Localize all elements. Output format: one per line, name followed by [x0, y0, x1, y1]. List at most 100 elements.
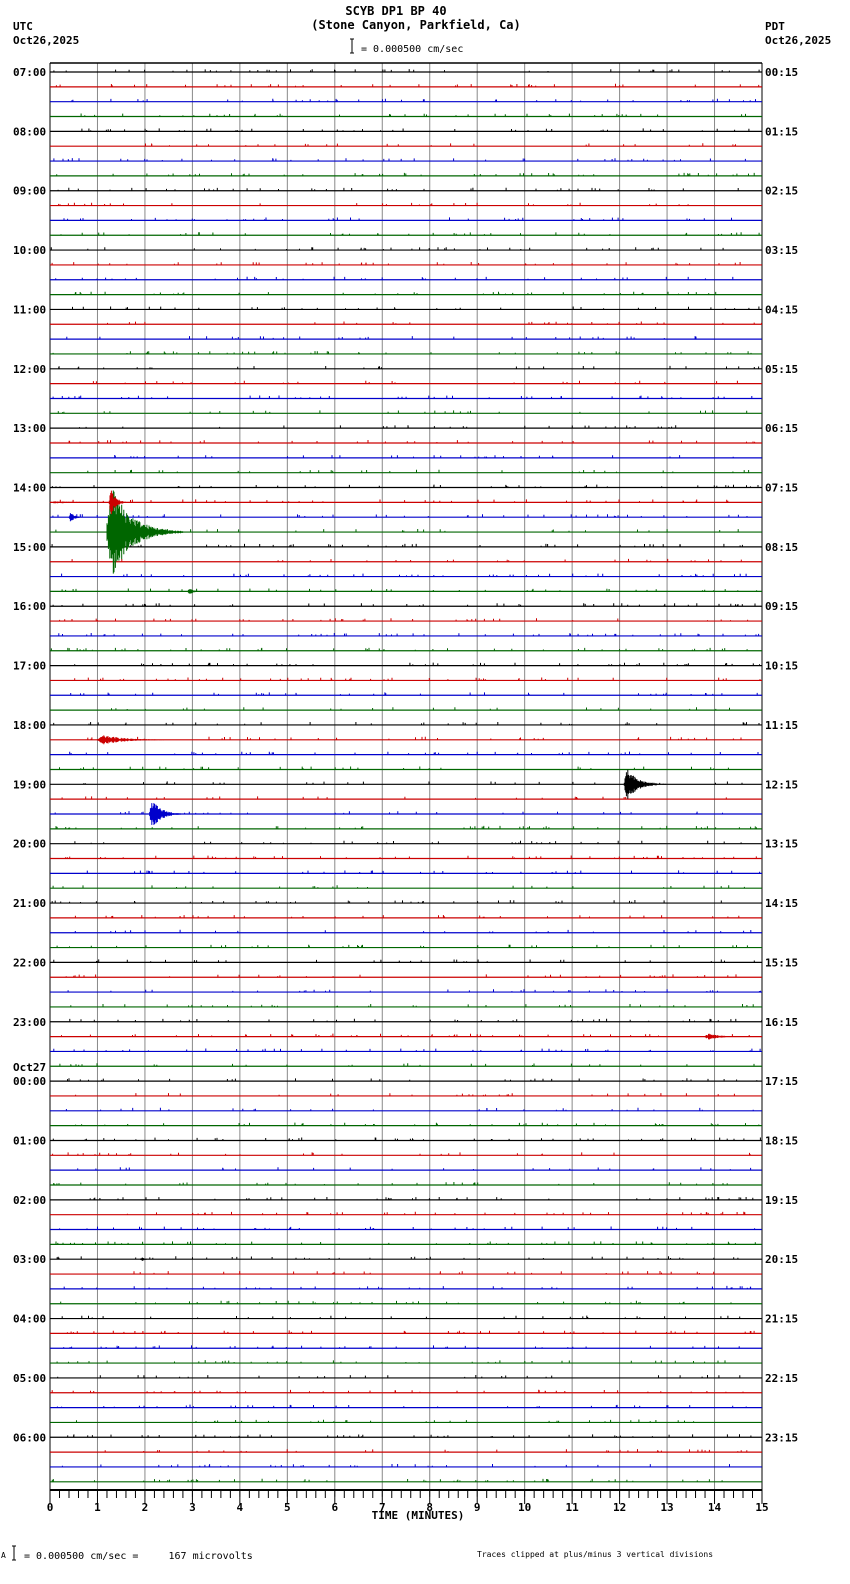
trace-18 [50, 336, 762, 340]
utc-hour-label: 21:00 [13, 897, 46, 910]
trace-93 [50, 1449, 762, 1453]
utc-hour-label: 08:00 [13, 125, 46, 138]
trace-37 [50, 618, 762, 622]
trace-57 [50, 915, 762, 919]
right-timezone: PDT [765, 20, 785, 33]
plot-grid [49, 62, 763, 1497]
footer-scale-bar-icon [12, 1545, 16, 1561]
trace-55 [50, 885, 762, 889]
trace-47 [50, 766, 762, 771]
trace-7 [50, 172, 762, 177]
trace-21 [50, 380, 762, 385]
trace-0 [50, 69, 762, 73]
trace-62 [50, 989, 762, 993]
x-tick-label: 15 [755, 1501, 768, 1514]
clip-note: Traces clipped at plus/minus 3 vertical … [477, 1550, 713, 1559]
x-tick-label: 11 [566, 1501, 580, 1514]
trace-33 [50, 558, 762, 563]
utc-hour-label: 22:00 [13, 956, 46, 969]
pdt-hour-label: 04:15 [765, 303, 798, 316]
trace-94 [50, 1464, 762, 1468]
trace-19 [50, 351, 762, 355]
trace-32 [50, 543, 762, 548]
trace-25 [50, 440, 762, 444]
seismic-event [49, 501, 141, 504]
pdt-hour-label: 07:15 [765, 482, 798, 495]
trace-54 [50, 870, 762, 874]
utc-hour-label: 12:00 [13, 363, 46, 376]
seismic-event [97, 735, 184, 745]
trace-78 [50, 1226, 762, 1231]
utc-hour-label: 15:00 [13, 541, 46, 554]
trace-28 [50, 484, 762, 489]
pdt-hour-label: 01:15 [765, 125, 798, 138]
x-tick-label: 5 [284, 1501, 291, 1514]
pdt-hour-label: 17:15 [765, 1075, 798, 1088]
x-tick-label: 14 [708, 1501, 722, 1514]
pdt-hour-label: 13:15 [765, 838, 798, 851]
utc-hour-label: 05:00 [13, 1372, 46, 1385]
trace-61 [50, 974, 762, 978]
utc-hour-label: 18:00 [13, 719, 46, 732]
trace-67 [50, 1063, 762, 1067]
x-tick-label: 1 [94, 1501, 101, 1514]
pdt-hour-label: 11:15 [765, 719, 798, 732]
trace-1 [50, 83, 762, 88]
pdt-hour-label: 18:15 [765, 1134, 798, 1147]
trace-22 [50, 395, 762, 400]
seismic-event [704, 1033, 751, 1040]
pdt-hour-label: 12:15 [765, 778, 798, 791]
trace-64 [50, 1018, 763, 1023]
pdt-hour-label: 23:15 [765, 1431, 798, 1444]
trace-74 [50, 1167, 762, 1171]
trace-35 [50, 588, 762, 593]
utc-hour-label: 02:00 [13, 1194, 46, 1207]
trace-39 [50, 647, 762, 652]
trace-59 [50, 944, 762, 949]
trace-83 [50, 1300, 762, 1305]
trace-58 [50, 929, 762, 934]
pdt-hour-label: 20:15 [765, 1253, 798, 1266]
trace-88 [50, 1375, 762, 1379]
trace-44 [50, 722, 762, 726]
corner-mark: A [1, 1551, 6, 1560]
trace-52 [50, 840, 762, 845]
pdt-hour-label: 09:15 [765, 600, 798, 613]
utc-hour-label: 10:00 [13, 244, 46, 257]
trace-46 [50, 751, 762, 756]
trace-11 [50, 232, 762, 236]
pdt-hour-label: 15:15 [765, 956, 798, 969]
trace-40 [50, 662, 762, 667]
trace-53 [50, 855, 762, 860]
trace-41 [50, 677, 762, 682]
trace-10 [50, 217, 762, 221]
trace-13 [50, 262, 762, 266]
x-tick-label: 12 [613, 1501, 626, 1514]
utc-hour-label: 14:00 [13, 482, 46, 495]
trace-14 [50, 276, 762, 281]
pdt-hour-label: 06:15 [765, 422, 798, 435]
trace-60 [50, 959, 762, 964]
trace-56 [50, 900, 762, 904]
pdt-hour-label: 03:15 [765, 244, 798, 257]
trace-68 [50, 1078, 762, 1082]
pdt-hour-label: 08:15 [765, 541, 798, 554]
trace-72 [50, 1137, 762, 1142]
utc-hour-label: 20:00 [13, 838, 46, 851]
trace-15 [50, 291, 762, 296]
trace-70 [50, 1107, 762, 1112]
trace-80 [50, 1256, 762, 1260]
seismic-event [68, 513, 89, 522]
trace-69 [50, 1093, 762, 1097]
pdt-hour-label: 02:15 [765, 185, 798, 198]
utc-hour-label: 01:00 [13, 1134, 46, 1147]
x-tick-label: 10 [518, 1501, 531, 1514]
trace-2 [50, 98, 762, 103]
chart-subtitle: (Stone Canyon, Parkfield, Ca) [311, 18, 521, 32]
pdt-hour-label: 22:15 [765, 1372, 798, 1385]
utc-hour-label: 00:00 [13, 1075, 46, 1088]
trace-65 [50, 1033, 762, 1038]
utc-hour-label: 07:00 [13, 66, 46, 79]
trace-23 [50, 410, 762, 414]
utc-hour-label: 11:00 [13, 303, 46, 316]
